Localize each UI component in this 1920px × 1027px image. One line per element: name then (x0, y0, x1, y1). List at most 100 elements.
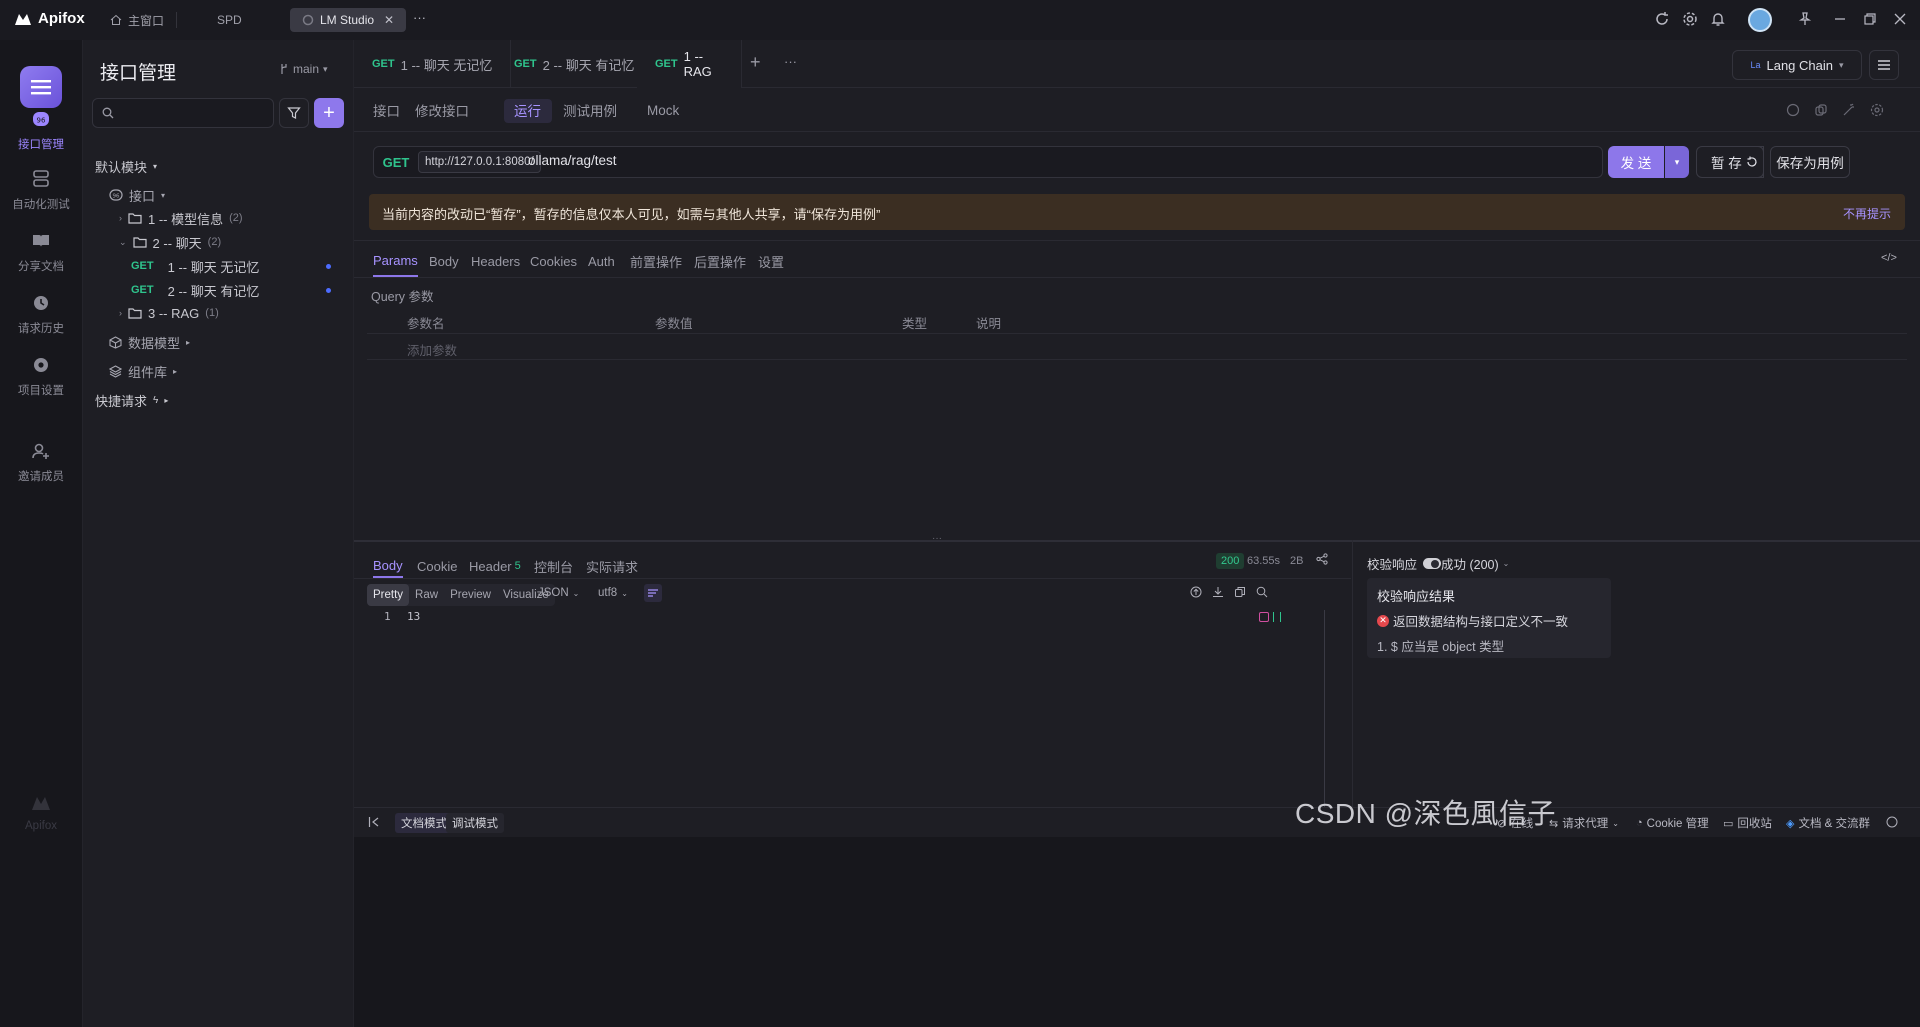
copy-icon[interactable] (1234, 586, 1246, 598)
tree-folder[interactable]: › 3 -- RAG (1) (83, 301, 219, 325)
drag-handle-icon[interactable]: ··· (932, 533, 942, 544)
data-model[interactable]: 数据模型 ▸ (83, 330, 190, 354)
tab-auth[interactable]: Auth (588, 245, 615, 277)
code-icon[interactable]: </> (1881, 252, 1897, 264)
subtab-api[interactable]: 接口 (373, 89, 400, 131)
send-dropdown[interactable]: ▾ (1665, 146, 1689, 178)
tab-lm-studio[interactable]: LM Studio ✕ (290, 8, 407, 32)
tab-spd[interactable]: SPD (205, 8, 254, 32)
save-as-case-button[interactable]: 保存为用例 (1770, 146, 1850, 178)
encoding-select[interactable]: utf8 ⌄ (598, 587, 628, 599)
download-icon[interactable] (1212, 586, 1224, 598)
more-tabs-icon[interactable]: ··· (784, 54, 797, 69)
chevron-right-icon: › (119, 308, 122, 318)
validate-toggle-row[interactable]: 校验响应 (1367, 554, 1442, 573)
status-code-select[interactable]: 成功 (200) ⌄ (1441, 554, 1509, 573)
tab-main-window[interactable]: 主窗口 (98, 8, 176, 32)
minimize-icon[interactable] (1832, 11, 1850, 29)
add-param-input[interactable]: 添加参数 (407, 340, 457, 359)
resp-tab-console[interactable]: 控制台 (534, 554, 573, 578)
pin-icon[interactable] (1797, 11, 1815, 29)
proxy-selector[interactable]: ⇆ 请求代理 ⌄ (1549, 815, 1619, 831)
default-module[interactable]: 默认模块 ▾ (83, 154, 157, 178)
collapse-sidebar-icon[interactable] (368, 816, 380, 828)
upload-icon[interactable] (1190, 586, 1202, 598)
lang-select[interactable]: JSON ⌄ (538, 587, 579, 599)
search-icon[interactable] (1256, 586, 1268, 598)
nav-invite-members[interactable]: 邀请成员 (0, 440, 82, 484)
tree-folder[interactable]: › 1 -- 模型信息 (2) (83, 206, 243, 230)
tab-post-ops[interactable]: 后置操作 (694, 245, 746, 277)
menu-button[interactable] (1869, 50, 1899, 80)
loading-icon (302, 14, 314, 26)
environment-selector[interactable]: La Lang Chain ▾ (1732, 50, 1862, 80)
send-button[interactable]: 发 送 (1608, 146, 1664, 178)
doc-tab[interactable]: GET 1 -- 聊天 无记忆 (354, 40, 512, 88)
search-input[interactable] (92, 98, 274, 128)
close-icon[interactable]: ✕ (384, 13, 394, 27)
close-window-icon[interactable] (1892, 11, 1910, 29)
fmt-preview[interactable]: Preview (444, 584, 497, 606)
subtab-test-cases[interactable]: 测试用例 (563, 89, 617, 131)
url-path-input[interactable]: ollama/rag/test (528, 153, 617, 168)
subtab-mock[interactable]: Mock (647, 89, 679, 131)
share-icon[interactable] (1316, 553, 1328, 565)
nav-history[interactable]: 请求历史 (0, 292, 82, 336)
resp-tab-cookie[interactable]: Cookie (417, 554, 457, 578)
restore-icon[interactable] (1862, 11, 1880, 29)
settings-icon[interactable] (1870, 103, 1884, 117)
debug-mode-button[interactable]: 调试模式 (446, 813, 504, 833)
magic-icon[interactable] (1842, 103, 1856, 117)
filter-button[interactable] (279, 98, 309, 128)
doc-tab[interactable]: GET 2 -- 聊天 有记忆 (496, 40, 654, 88)
help-icon[interactable] (1886, 816, 1898, 828)
docs-community[interactable]: ◈ 文档 & 交流群 (1786, 815, 1870, 831)
tree-folder[interactable]: ⌄ 2 -- 聊天 (2) (83, 230, 221, 254)
quick-request[interactable]: 快捷请求 ϟ ▸ (83, 388, 168, 412)
cookie-manager[interactable]: ◔ Cookie 管理 (1636, 815, 1709, 831)
trash[interactable]: ▭ 回收站 (1723, 815, 1772, 831)
tree-endpoint[interactable]: GET 2 -- 聊天 有记忆 (83, 278, 353, 302)
tab-cookies[interactable]: Cookies (530, 245, 577, 277)
base-url[interactable]: http://127.0.0.1:8080/ (418, 151, 541, 173)
reset-icon[interactable] (1740, 146, 1764, 178)
resp-tab-body[interactable]: Body (373, 554, 403, 578)
fmt-pretty[interactable]: Pretty (367, 584, 410, 606)
sync-icon[interactable] (1654, 11, 1672, 29)
tab-params[interactable]: Params (373, 245, 418, 277)
resp-tab-header[interactable]: Header 5 (469, 554, 521, 578)
method-select[interactable]: GET (374, 147, 418, 177)
branch-selector[interactable]: main ▾ (279, 62, 328, 76)
tool-icon[interactable] (1786, 103, 1800, 117)
tab-body[interactable]: Body (429, 245, 459, 277)
add-tab-icon[interactable]: + (750, 52, 761, 73)
nav-automation[interactable]: 自动化测试 (0, 168, 82, 212)
more-tabs-icon[interactable]: ··· (413, 10, 426, 25)
subtab-edit[interactable]: 修改接口 (415, 89, 469, 131)
copy-link-icon[interactable] (1814, 103, 1828, 117)
user-avatar[interactable] (1748, 8, 1772, 32)
tab-pre-ops[interactable]: 前置操作 (630, 245, 682, 277)
validate-switch[interactable] (1423, 558, 1442, 569)
tree-endpoint[interactable]: GET 1 -- 聊天 无记忆 (83, 254, 353, 278)
settings-gear-icon[interactable] (1682, 11, 1700, 29)
env-icon: La (1750, 60, 1761, 70)
subtab-run[interactable]: 运行 (514, 89, 541, 131)
nav-project-settings[interactable]: 项目设置 (0, 354, 82, 398)
doc-tab-active[interactable]: GET 1 -- RAG (637, 40, 742, 88)
tab-settings[interactable]: 设置 (758, 245, 784, 277)
add-button[interactable]: + (314, 98, 344, 128)
bell-icon[interactable] (1710, 11, 1728, 29)
component-library[interactable]: 组件库 ▸ (83, 359, 177, 383)
doc-mode-button[interactable]: 文档模式 (395, 813, 453, 833)
wrap-toggle-icon[interactable] (644, 584, 662, 602)
api-root[interactable]: 96 接口 ▾ (83, 183, 165, 207)
project-icon[interactable] (20, 66, 62, 108)
nav-share-docs[interactable]: 分享文档 (0, 230, 82, 274)
nav-api-management[interactable]: 96 接口管理 (0, 108, 82, 152)
tab-headers[interactable]: Headers (471, 245, 520, 277)
dismiss-link[interactable]: 不再提示 (1843, 205, 1891, 222)
resp-tab-actual-request[interactable]: 实际请求 (586, 554, 638, 578)
automation-icon (33, 170, 49, 187)
fmt-raw[interactable]: Raw (409, 584, 444, 606)
